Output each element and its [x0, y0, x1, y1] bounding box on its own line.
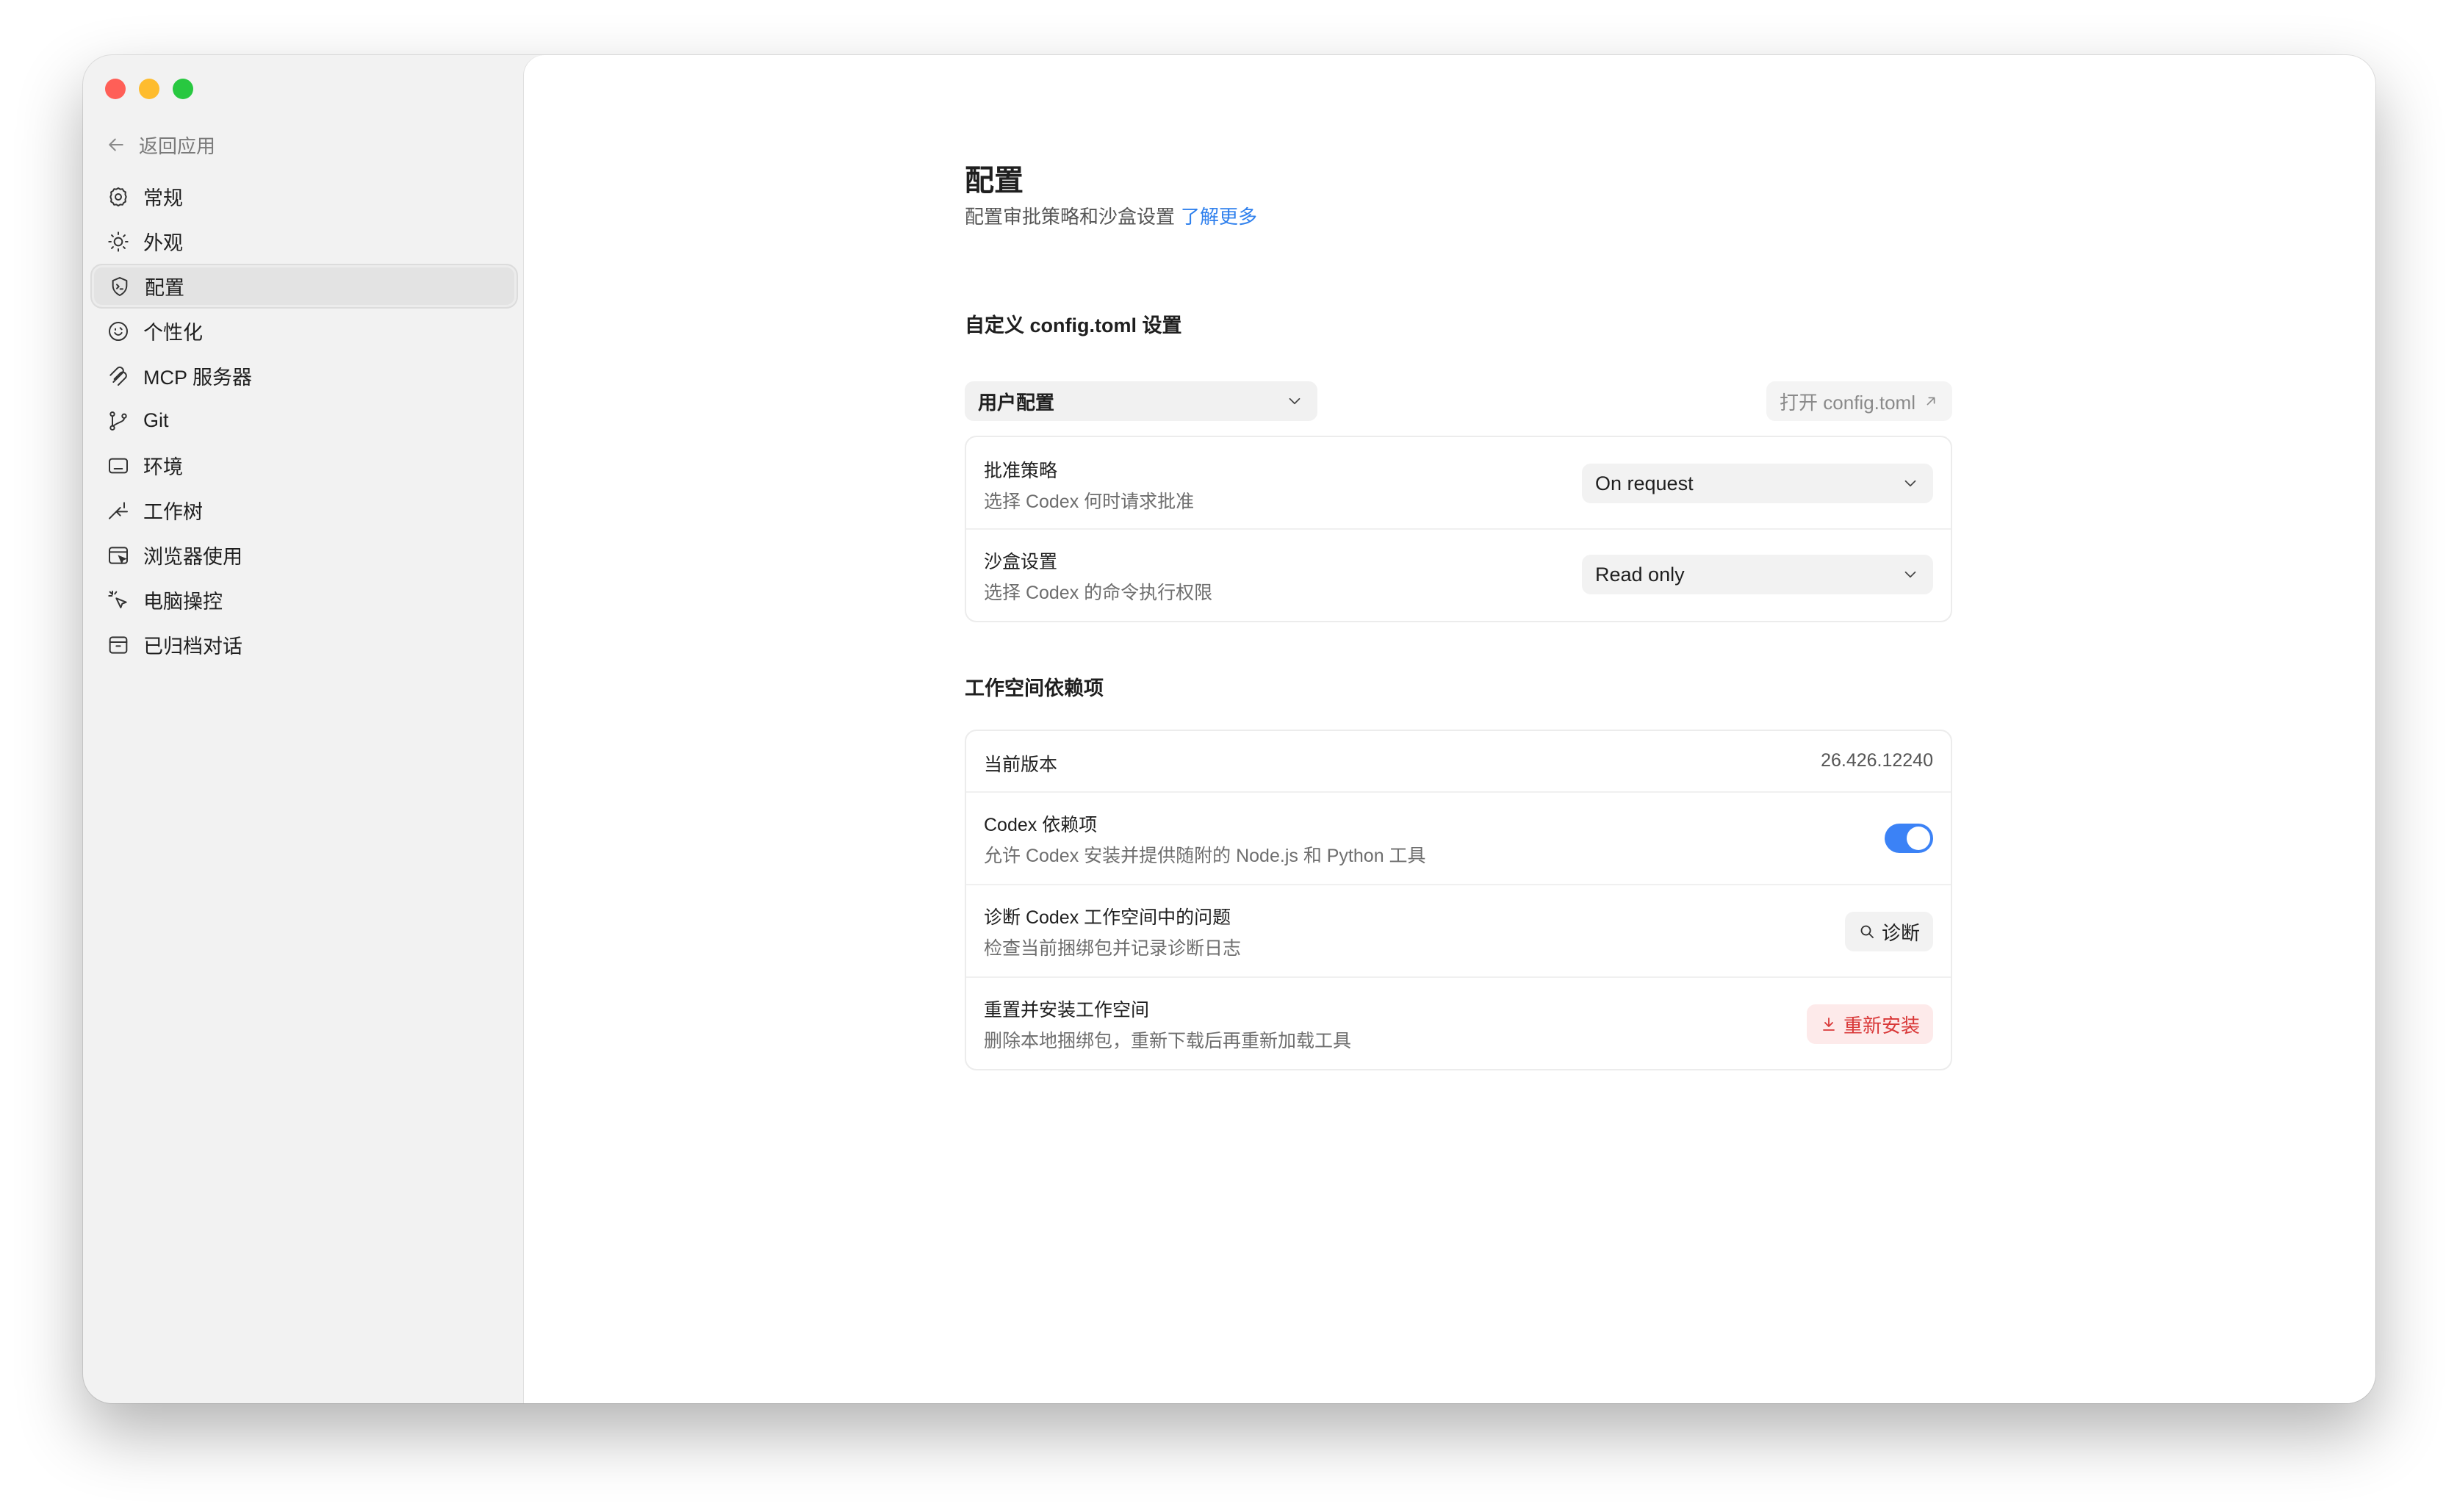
- diagnose-row: 诊断 Codex 工作空间中的问题 检查当前捆绑包并记录诊断日志 诊断: [966, 885, 1951, 978]
- sidebar-item-personalization[interactable]: 个性化: [90, 309, 518, 353]
- sidebar-item-environment[interactable]: 环境: [90, 443, 518, 488]
- sidebar-item-label: 工作树: [143, 501, 203, 523]
- open-config-label: 打开 config.toml: [1780, 391, 1915, 414]
- browser-icon: [109, 546, 128, 564]
- deps-title: Codex 依赖项: [984, 815, 1098, 835]
- cursor-click-icon: [108, 590, 127, 608]
- minimize-window-button[interactable]: [139, 79, 159, 99]
- reinstall-button-label: 重新安装: [1843, 1014, 1920, 1037]
- download-icon: [1823, 1018, 1835, 1031]
- config-scope-select[interactable]: 用户配置: [965, 381, 1317, 421]
- sidebar-item-label: 配置: [145, 277, 184, 299]
- back-label: 返回应用: [139, 134, 216, 157]
- reset-desc: 删除本地捆绑包，重新下载后再重新加载工具: [984, 1031, 1352, 1051]
- deps-row: Codex 依赖项 允许 Codex 安装并提供随附的 Node.js 和 Py…: [966, 793, 1951, 885]
- approval-policy-title: 批准策略: [984, 461, 1058, 481]
- sidebar-item-git[interactable]: Git: [90, 398, 518, 443]
- reinstall-button[interactable]: 重新安装: [1806, 1004, 1933, 1044]
- toggle-knob: [1907, 827, 1930, 850]
- sidebar-item-label: 浏览器使用: [143, 546, 242, 568]
- version-value: 26.426.12240: [1821, 750, 1933, 771]
- sidebar-item-label: Git: [143, 409, 169, 431]
- mcp-icon: [109, 366, 127, 386]
- reset-row: 重置并安装工作空间 删除本地捆绑包，重新下载后再重新加载工具 重新安装: [966, 978, 1951, 1069]
- main-content: 配置 配置审批策略和沙盒设置 了解更多 自定义 config.toml 设置 用户…: [524, 55, 2375, 1403]
- learn-more-link[interactable]: 了解更多: [1181, 206, 1257, 228]
- approval-policy-select[interactable]: On request: [1582, 464, 1933, 503]
- config-section-heading: 自定义 config.toml 设置: [965, 314, 1182, 336]
- sidebar-item-appearance[interactable]: 外观: [90, 219, 518, 264]
- sidebar-item-config[interactable]: 配置: [90, 264, 518, 309]
- close-window-button[interactable]: [105, 79, 126, 99]
- sidebar-item-archived-chats[interactable]: 已归档对话: [90, 622, 518, 667]
- back-to-app-link[interactable]: 返回应用: [105, 129, 215, 161]
- open-config-button[interactable]: 打开 config.toml: [1766, 381, 1952, 421]
- workspace-card: 当前版本 26.426.12240 Codex 依赖项 允许 Codex 安装并…: [965, 730, 1952, 1070]
- gear-icon: [109, 187, 127, 206]
- diagnose-desc: 检查当前捆绑包并记录诊断日志: [984, 938, 1242, 959]
- page-title: 配置: [965, 165, 1024, 197]
- workspace-section-heading: 工作空间依赖项: [965, 677, 1104, 699]
- smile-icon: [109, 321, 128, 341]
- sidebar-item-label: 常规: [143, 187, 183, 209]
- sandbox-title: 沙盒设置: [984, 552, 1058, 572]
- sidebar-item-browser-use[interactable]: 浏览器使用: [90, 533, 518, 577]
- config-card: 批准策略 选择 Codex 何时请求批准 On request 沙盒设置 选择 …: [965, 436, 1952, 622]
- sandbox-desc: 选择 Codex 的命令执行权限: [984, 583, 1213, 603]
- version-label: 当前版本: [984, 755, 1058, 775]
- deps-desc: 允许 Codex 安装并提供随附的 Node.js 和 Python 工具: [984, 846, 1426, 866]
- sandbox-value: Read only: [1595, 563, 1685, 586]
- sidebar: 返回应用 常规 外观 配置 个性化 MCP 服务器 Git 环境 工作树 浏览器…: [83, 55, 524, 1403]
- version-row: 当前版本 26.426.12240: [966, 731, 1951, 793]
- diagnose-button-label: 诊断: [1881, 921, 1920, 944]
- archive-icon: [109, 636, 128, 654]
- chevron-down-icon: [1289, 397, 1301, 405]
- sidebar-item-label: 环境: [143, 456, 183, 478]
- terminal-icon: [109, 458, 128, 473]
- sidebar-item-worktree[interactable]: 工作树: [90, 488, 518, 533]
- sidebar-item-label: 已归档对话: [143, 636, 242, 658]
- reset-title: 重置并安装工作空间: [984, 1000, 1150, 1020]
- external-link-icon: [1927, 397, 1935, 406]
- diagnose-title: 诊断 Codex 工作空间中的问题: [984, 907, 1231, 928]
- sandbox-row: 沙盒设置 选择 Codex 的命令执行权限 Read only: [966, 530, 1951, 621]
- sidebar-item-computer-control[interactable]: 电脑操控: [90, 577, 518, 622]
- deps-toggle[interactable]: [1885, 824, 1933, 853]
- worktree-icon: [109, 501, 128, 519]
- approval-policy-row: 批准策略 选择 Codex 何时请求批准 On request: [966, 437, 1951, 530]
- sidebar-item-label: 电脑操控: [143, 591, 223, 613]
- app-window: 返回应用 常规 外观 配置 个性化 MCP 服务器 Git 环境 工作树 浏览器…: [83, 55, 2375, 1403]
- approval-policy-desc: 选择 Codex 何时请求批准: [984, 492, 1195, 512]
- sidebar-item-mcp[interactable]: MCP 服务器: [90, 353, 518, 398]
- chevron-down-icon: [1904, 571, 1916, 578]
- approval-policy-value: On request: [1595, 472, 1694, 494]
- sidebar-item-label: 外观: [143, 232, 183, 254]
- sun-icon: [108, 231, 129, 252]
- page-subtitle-text: 配置审批策略和沙盒设置: [965, 206, 1176, 228]
- settings-nav: 常规 外观 配置 个性化 MCP 服务器 Git 环境 工作树 浏览器使用 电脑…: [90, 174, 518, 667]
- zoom-window-button[interactable]: [173, 79, 193, 99]
- sidebar-item-label: MCP 服务器: [143, 367, 253, 389]
- shield-icon: [112, 276, 128, 296]
- sidebar-item-general[interactable]: 常规: [90, 174, 518, 219]
- sidebar-item-label: 个性化: [143, 322, 203, 344]
- sandbox-select[interactable]: Read only: [1582, 555, 1933, 594]
- git-branch-icon: [109, 411, 127, 431]
- chevron-down-icon: [1904, 480, 1916, 487]
- search-icon: [1860, 925, 1874, 938]
- config-scope-value: 用户配置: [978, 391, 1055, 414]
- diagnose-button[interactable]: 诊断: [1844, 912, 1933, 951]
- page-subtitle: 配置审批策略和沙盒设置 了解更多: [965, 202, 1257, 229]
- arrow-left-icon: [109, 138, 123, 151]
